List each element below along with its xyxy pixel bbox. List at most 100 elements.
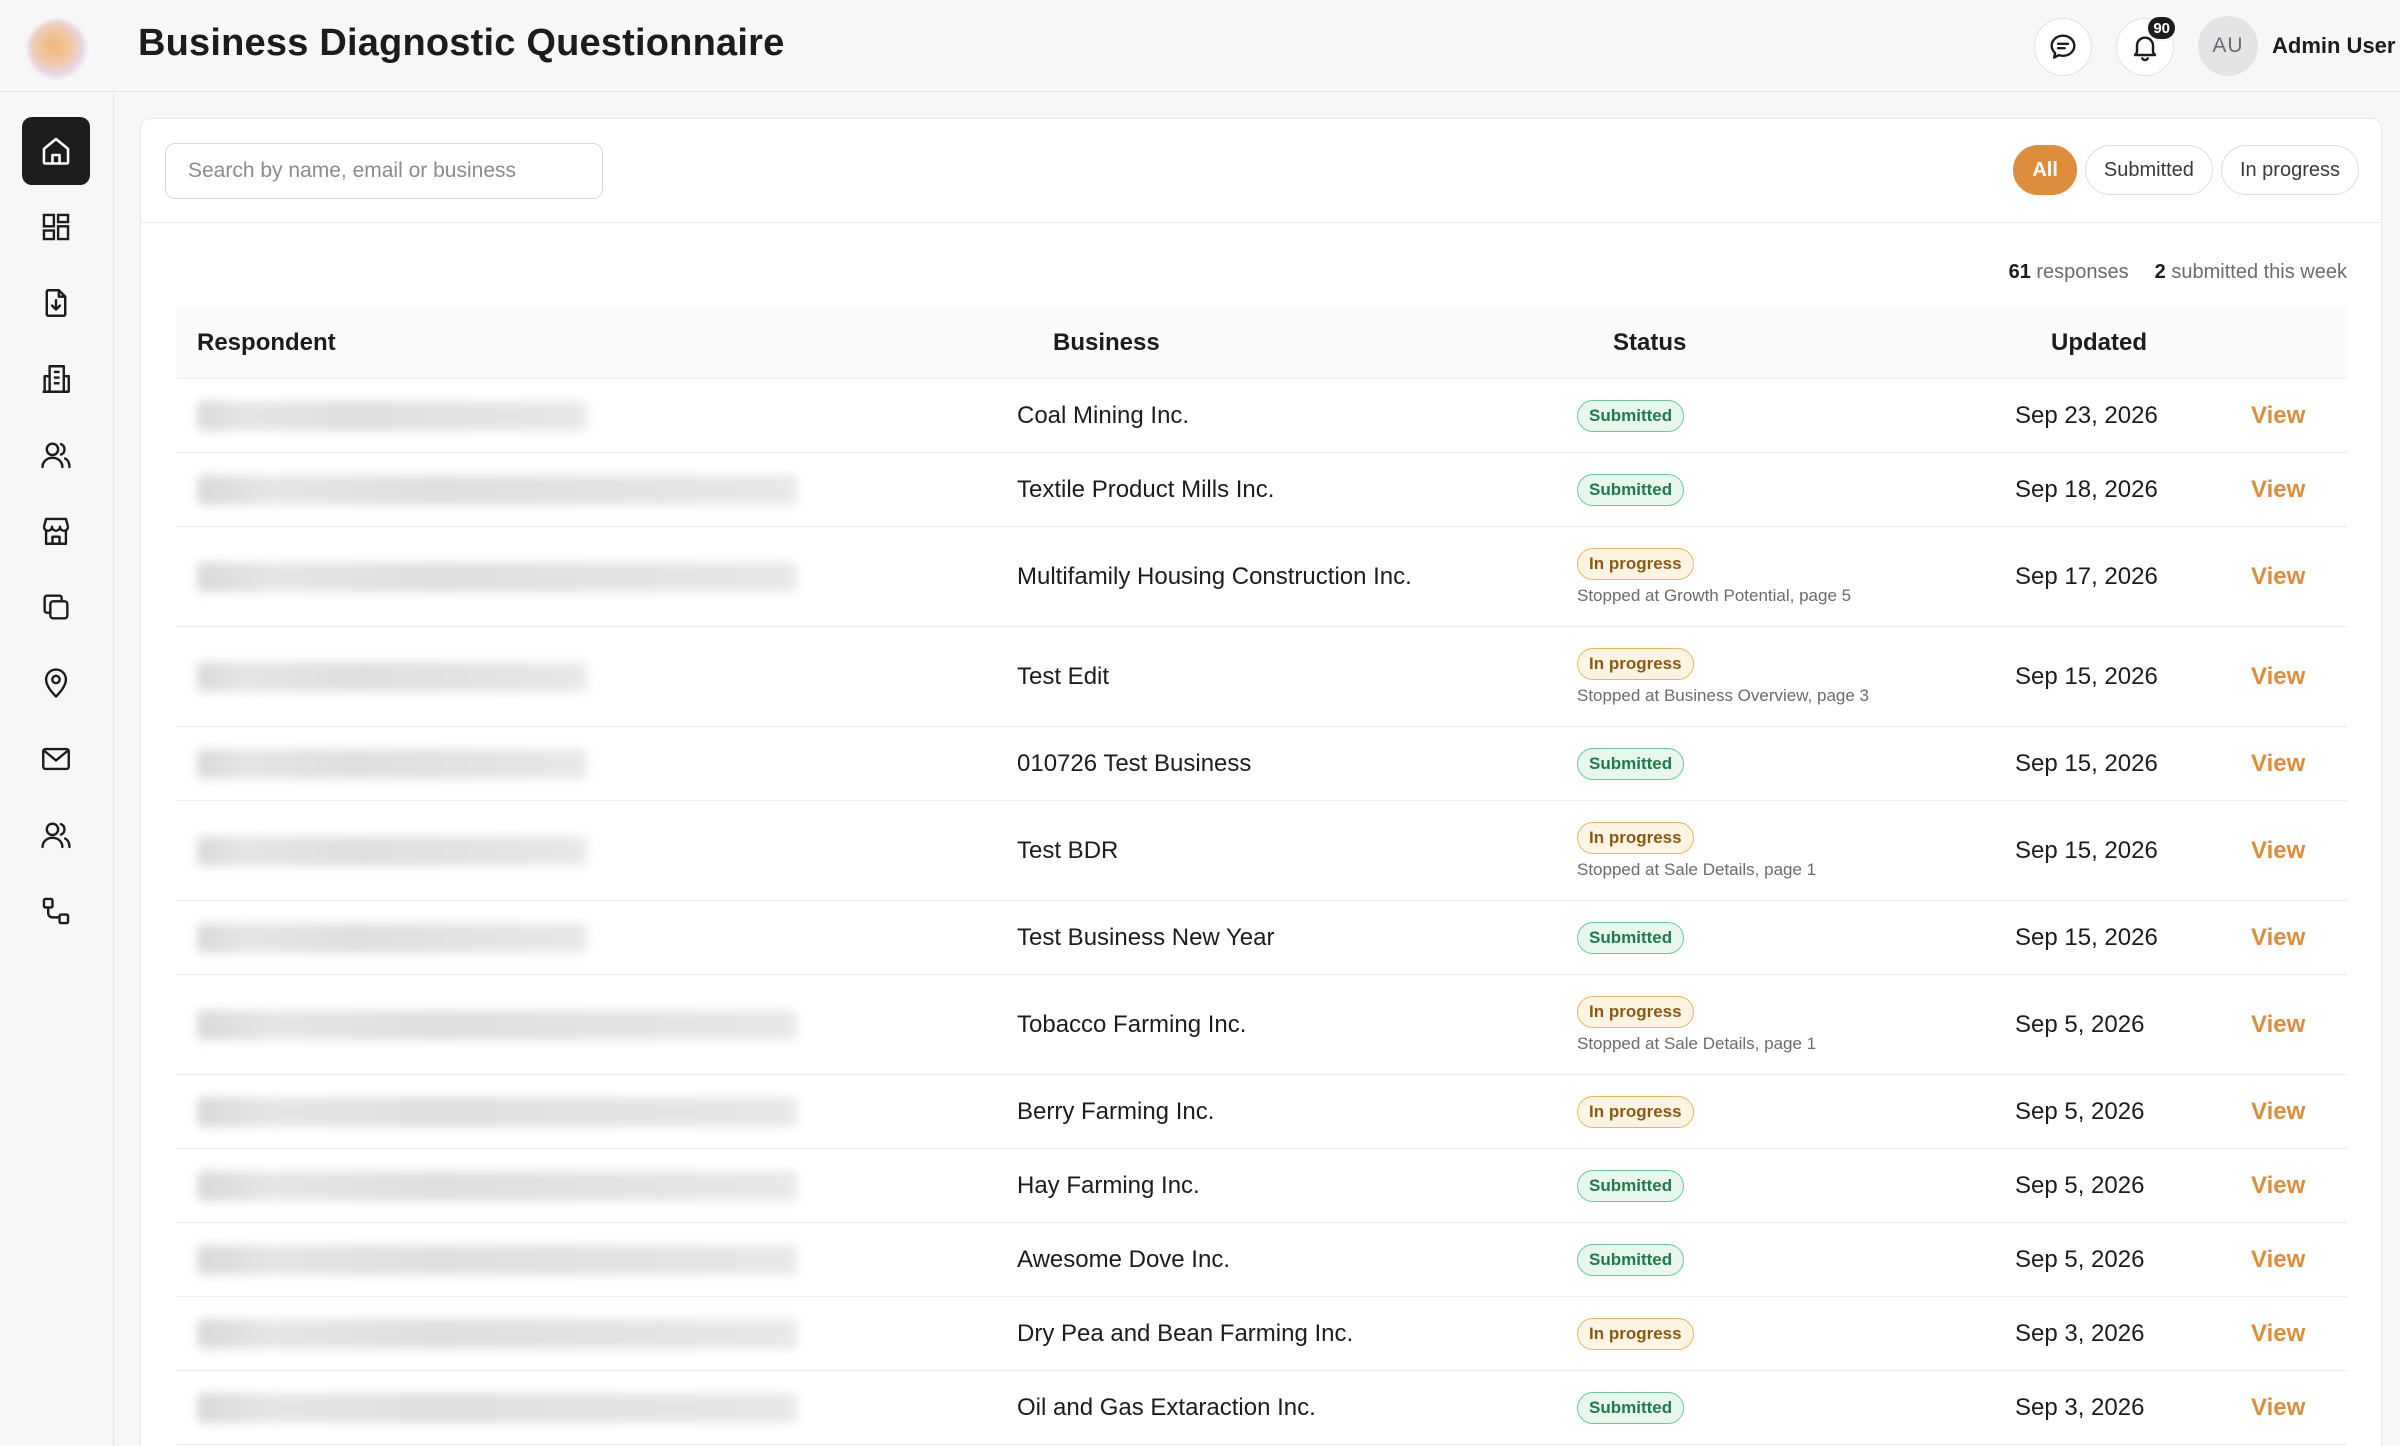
table-row[interactable]: Dry Pea and Bean Farming Inc. In progress… [177, 1297, 2347, 1371]
responses-count: 61 [2008, 261, 2031, 283]
business-name: Awesome Dove Inc. [1017, 1245, 1230, 1273]
view-link[interactable]: View [2251, 1172, 2305, 1200]
status-badge: Submitted [1577, 399, 1685, 432]
avatar[interactable]: AU [2198, 16, 2258, 76]
top-header: Business Diagnostic Questionnaire 90 AU … [0, 0, 2400, 92]
filter-in-progress-button[interactable]: In progress [2220, 145, 2359, 195]
respondent-redacted [197, 1170, 797, 1201]
updated-date: Sep 18, 2026 [2015, 475, 2158, 503]
respondent-redacted [197, 1009, 797, 1040]
updated-date: Sep 3, 2026 [2015, 1393, 2145, 1421]
updated-date: Sep 5, 2026 [2015, 1010, 2145, 1038]
table-row[interactable]: Test Business New Year Submitted Sep 15, 2… [177, 901, 2347, 975]
table-body: Coal Mining Inc. Submitted Sep 23, 2026 Vie… [177, 379, 2347, 1445]
filter-submitted-button[interactable]: Submitted [2084, 145, 2213, 195]
weekly-summary: 2 submitted this week [2155, 261, 2347, 284]
view-link[interactable]: View [2251, 663, 2305, 691]
sidebar-item-companies[interactable] [22, 345, 90, 413]
search-input[interactable] [165, 143, 603, 199]
respondent-redacted [197, 661, 587, 692]
table-row[interactable]: Textile Product Mills Inc. Submitted Sep 1… [177, 453, 2347, 527]
respondent-redacted [197, 400, 587, 431]
sidebar-item-workflows[interactable] [22, 877, 90, 945]
status-filter-group: All Submitted In progress [2013, 145, 2359, 195]
table-row[interactable]: Oil and Gas Extaraction Inc. Submitted Sep… [177, 1371, 2347, 1445]
response-summary: 61 responses 2 submitted this week [2009, 261, 2347, 284]
user-name[interactable]: Admin User [2272, 33, 2395, 59]
view-link[interactable]: View [2251, 1246, 2305, 1274]
updated-date: Sep 15, 2026 [2015, 923, 2158, 951]
business-name: Test Business New Year [1017, 923, 1275, 951]
home-icon [42, 137, 70, 165]
chat-icon [2050, 34, 2076, 59]
business-name: Dry Pea and Bean Farming Inc. [1017, 1319, 1354, 1347]
notifications-button[interactable]: 90 [2116, 15, 2177, 76]
table-row[interactable]: Coal Mining Inc. Submitted Sep 23, 2026 Vie… [177, 379, 2347, 453]
status-cell: In progress [1577, 1317, 1694, 1350]
column-respondent[interactable]: Respondent [197, 329, 336, 357]
view-link[interactable]: View [2251, 476, 2305, 504]
status-note: Stopped at Growth Potential, page 5 [1577, 585, 1852, 605]
table-header: Respondent Business Status Updated [177, 307, 2347, 379]
sidebar-item-home[interactable] [22, 117, 90, 185]
status-badge: Submitted [1577, 747, 1685, 780]
table-row[interactable]: Hay Farming Inc. Submitted Sep 5, 2026 View [177, 1149, 2347, 1223]
mail-icon [42, 747, 70, 771]
sidebar-item-locations[interactable] [22, 649, 90, 717]
status-badge: Submitted [1577, 473, 1685, 506]
status-cell: In progress [1577, 1095, 1694, 1128]
status-note: Stopped at Sale Details, page 1 [1577, 859, 1817, 879]
updated-date: Sep 17, 2026 [2015, 562, 2158, 590]
view-link[interactable]: View [2251, 837, 2305, 865]
table-row[interactable]: Test BDR In progress Stopped at Sale Detai… [177, 801, 2347, 901]
users-icon [41, 442, 71, 469]
sidebar-item-users[interactable] [22, 421, 90, 489]
column-status[interactable]: Status [1613, 329, 1686, 357]
sidebar-item-team[interactable] [22, 801, 90, 869]
table-row[interactable]: Test Edit In progress Stopped at Business … [177, 627, 2347, 727]
business-name: Textile Product Mills Inc. [1017, 475, 1275, 503]
business-name: Hay Farming Inc. [1017, 1171, 1200, 1199]
column-business[interactable]: Business [1053, 329, 1160, 357]
table-row[interactable]: Multifamily Housing Construction Inc. In … [177, 527, 2347, 627]
sidebar-item-files[interactable] [22, 269, 90, 337]
app-logo[interactable] [28, 20, 86, 78]
view-link[interactable]: View [2251, 402, 2305, 430]
sidebar-item-stores[interactable] [22, 497, 90, 565]
building-icon [42, 365, 70, 393]
notification-count-badge: 90 [2146, 15, 2177, 41]
business-name: Tobacco Farming Inc. [1017, 1010, 1247, 1038]
view-link[interactable]: View [2251, 1011, 2305, 1039]
view-link[interactable]: View [2251, 750, 2305, 778]
table-row[interactable]: Tobacco Farming Inc. In progress Stopped a… [177, 975, 2347, 1075]
updated-date: Sep 15, 2026 [2015, 662, 2158, 690]
view-link[interactable]: View [2251, 1394, 2305, 1422]
status-note: Stopped at Business Overview, page 3 [1577, 685, 1870, 705]
view-link[interactable]: View [2251, 1098, 2305, 1126]
status-badge: In progress [1577, 1095, 1694, 1128]
sidebar-item-dashboard[interactable] [22, 193, 90, 261]
updated-date: Sep 5, 2026 [2015, 1097, 2145, 1125]
week-label: submitted this week [2171, 261, 2347, 283]
table-row[interactable]: 010726 Test Business Submitted Sep 15, 202… [177, 727, 2347, 801]
view-link[interactable]: View [2251, 1320, 2305, 1348]
dashboard-icon [42, 213, 70, 241]
view-link[interactable]: View [2251, 563, 2305, 591]
filter-all-button[interactable]: All [2013, 145, 2077, 195]
table-row[interactable]: Awesome Dove Inc. Submitted Sep 5, 2026 Vie… [177, 1223, 2347, 1297]
table-row[interactable]: Berry Farming Inc. In progress Sep 5, 2026… [177, 1075, 2347, 1149]
updated-date: Sep 15, 2026 [2015, 836, 2158, 864]
status-cell: Submitted [1577, 473, 1685, 506]
status-cell: In progress Stopped at Business Overview,… [1577, 647, 1870, 706]
responses-panel: All Submitted In progress 61 responses 2… [140, 118, 2382, 1446]
column-updated[interactable]: Updated [2051, 329, 2147, 357]
respondent-redacted [197, 1096, 797, 1127]
business-name: Berry Farming Inc. [1017, 1097, 1215, 1125]
messages-button[interactable] [2034, 18, 2092, 76]
sidebar-item-templates[interactable] [22, 573, 90, 641]
view-link[interactable]: View [2251, 924, 2305, 952]
sidebar-item-mail[interactable] [22, 725, 90, 793]
store-icon [42, 517, 70, 545]
status-badge: Submitted [1577, 1169, 1685, 1202]
location-pin-icon [44, 668, 68, 698]
